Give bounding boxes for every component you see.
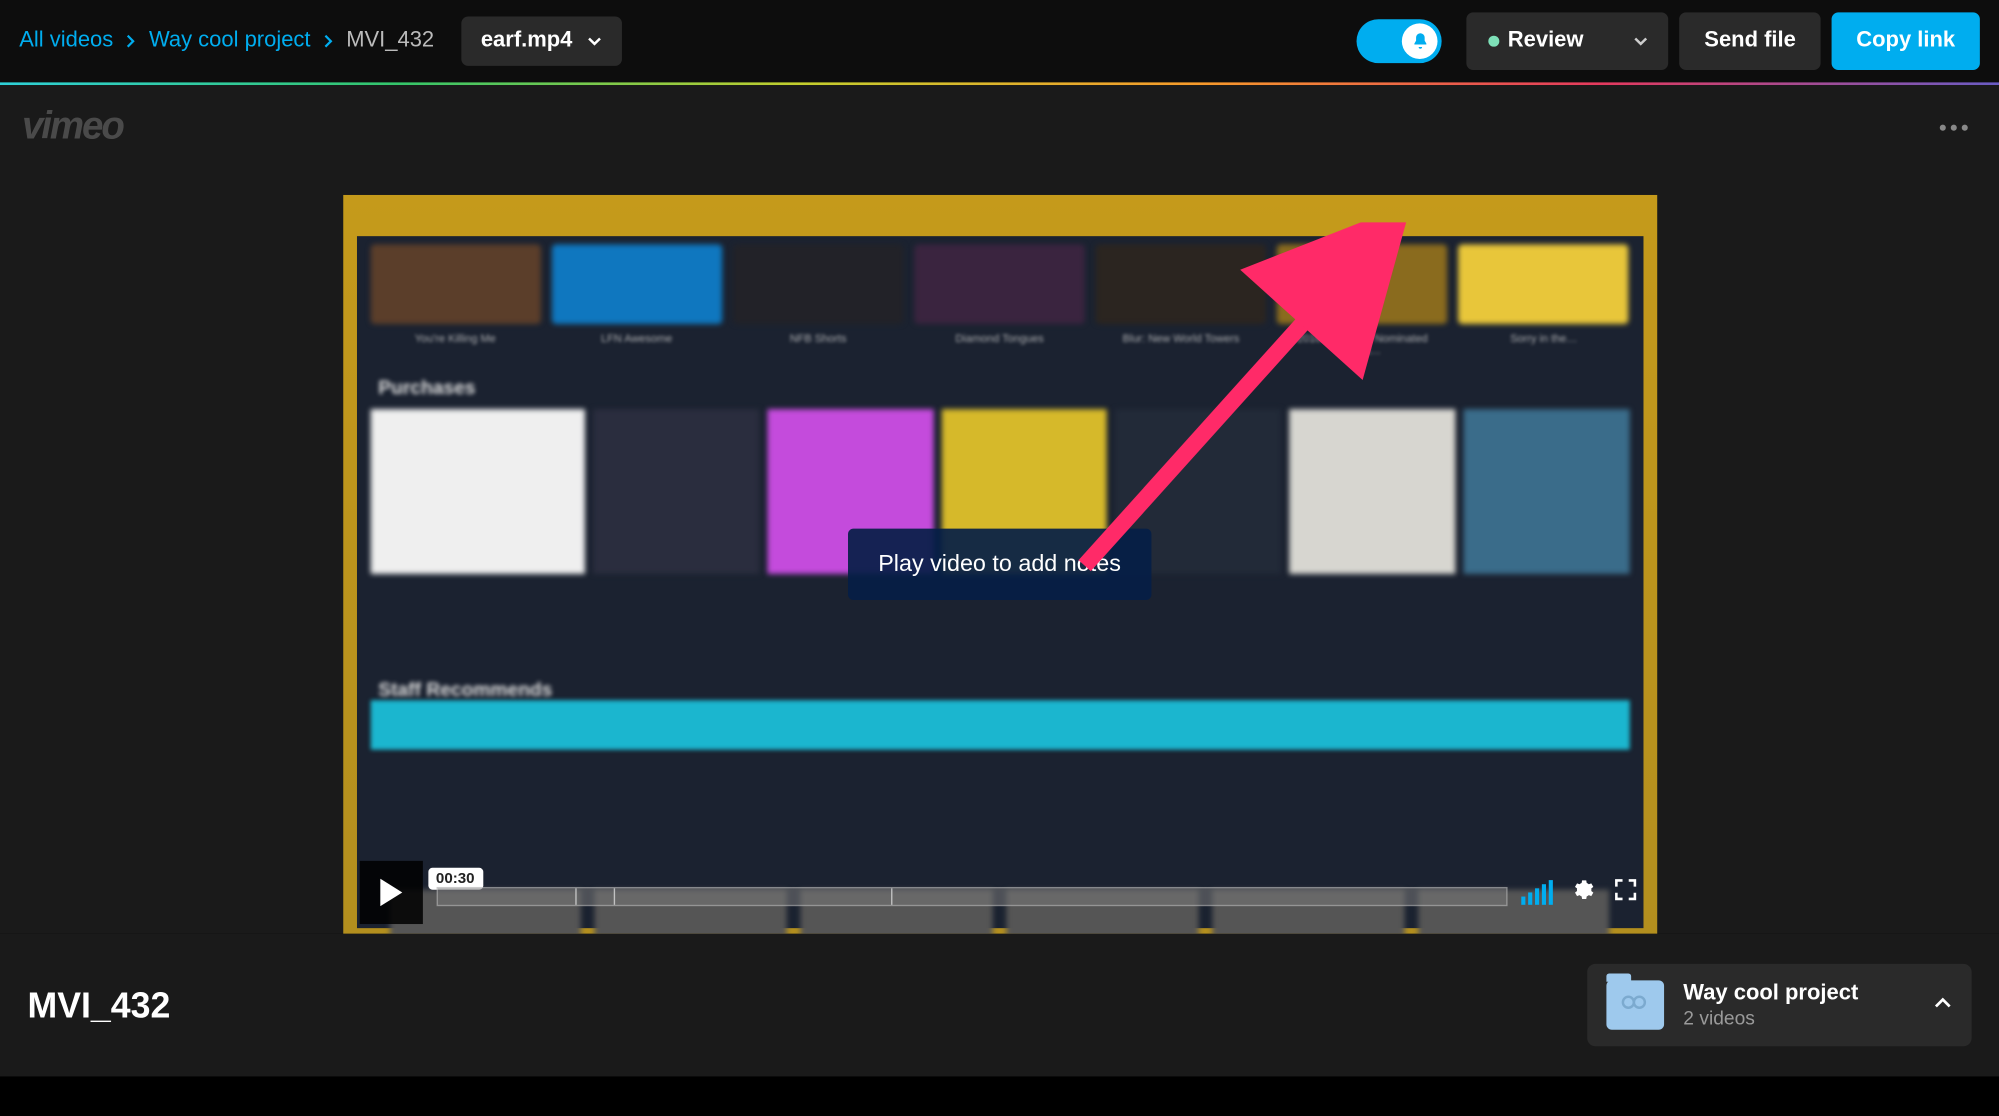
chevron-down-icon [1633,31,1649,52]
seek-bar[interactable]: 00:30 [436,879,1507,906]
breadcrumb-project-link[interactable]: Way cool project [149,29,311,54]
video-player[interactable]: You're Killing MeLFN AwesomeNFB ShortsDi… [343,195,1657,934]
notifications-toggle[interactable] [1357,19,1442,63]
video-overlay-message: Play video to add notes [848,529,1151,600]
chevron-up-icon [1933,993,1952,1018]
settings-icon[interactable] [1566,874,1596,911]
chevron-down-icon [586,31,602,52]
review-status-dropdown[interactable]: Review [1467,12,1669,70]
breadcrumb-current: MVI_432 [346,29,434,54]
file-select-label: earf.mp4 [481,29,573,54]
breadcrumb: All videos Way cool project MVI_432 [19,29,434,54]
page-title: MVI_432 [27,984,170,1027]
fullscreen-icon[interactable] [1610,874,1640,911]
project-name: Way cool project [1683,982,1858,1007]
chevron-right-icon [124,31,138,52]
more-menu-button[interactable] [1930,106,1977,147]
project-count: 2 videos [1683,1006,1858,1028]
play-button[interactable] [359,861,422,924]
project-switcher[interactable]: Way cool project 2 videos [1587,964,1971,1046]
folder-icon [1606,980,1664,1029]
status-dot-icon [1489,36,1500,47]
copy-link-button[interactable]: Copy link [1832,12,1980,70]
bell-icon [1402,23,1438,59]
breadcrumb-root-link[interactable]: All videos [19,29,113,54]
send-file-button[interactable]: Send file [1680,12,1821,70]
vimeo-logo: vimeo [22,104,123,148]
chevron-right-icon [321,31,335,52]
volume-control[interactable] [1521,880,1553,905]
file-select-dropdown[interactable]: earf.mp4 [462,16,622,65]
